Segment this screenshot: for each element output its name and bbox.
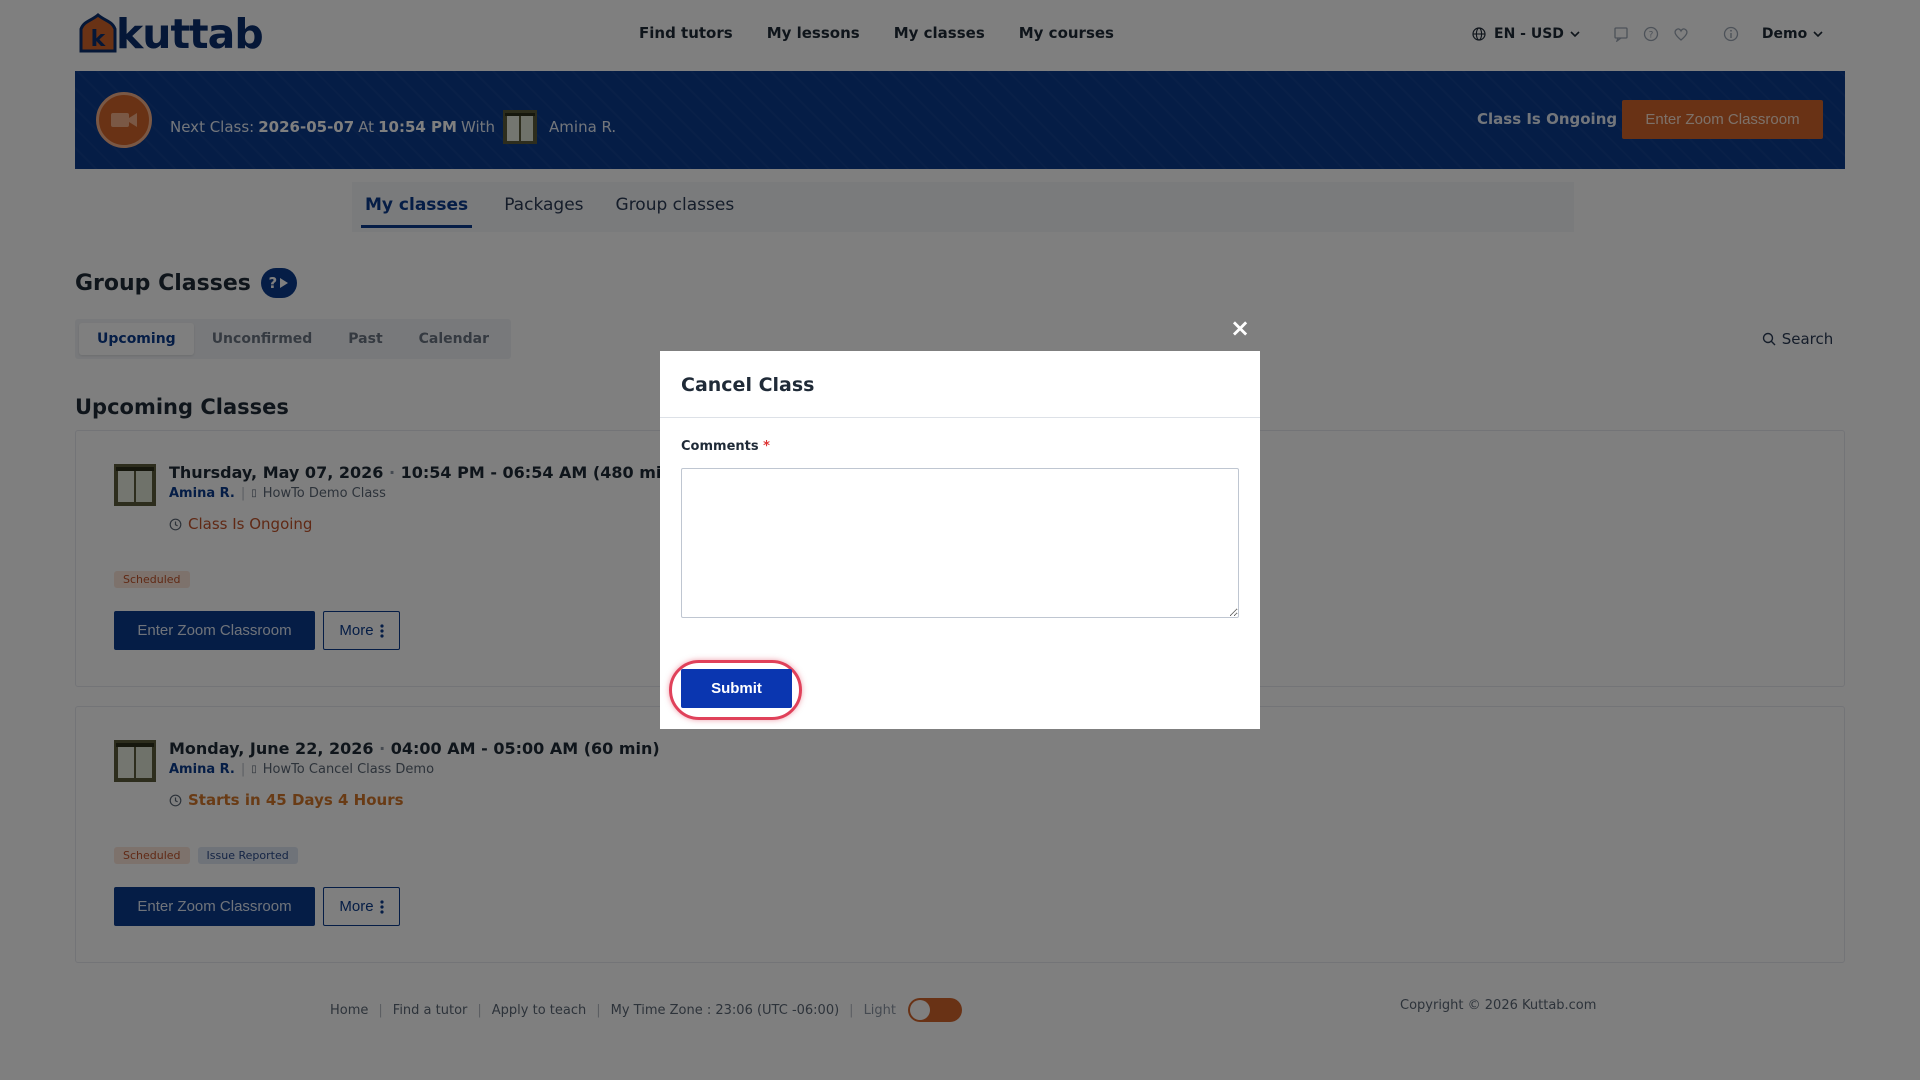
- cancel-class-modal: Cancel Class Comments * Submit: [660, 351, 1260, 729]
- comments-label: Comments *: [681, 439, 770, 454]
- comments-label-text: Comments: [681, 439, 759, 454]
- modal-title: Cancel Class: [681, 374, 815, 396]
- close-icon[interactable]: ×: [1229, 314, 1251, 342]
- comments-field[interactable]: [681, 468, 1239, 618]
- required-mark: *: [763, 439, 770, 454]
- modal-divider: [660, 417, 1260, 418]
- submit-button[interactable]: Submit: [681, 669, 792, 708]
